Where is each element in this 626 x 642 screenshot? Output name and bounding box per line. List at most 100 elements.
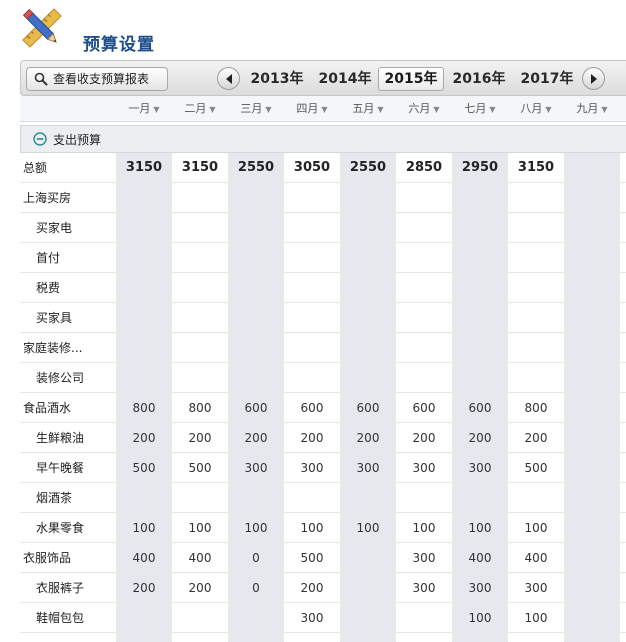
budget-cell[interactable]: 600	[396, 393, 452, 423]
budget-cell[interactable]: 100	[452, 513, 508, 543]
row-label: 早午晚餐	[36, 461, 85, 475]
budget-cell[interactable]: 200	[284, 573, 340, 603]
budget-cell[interactable]: 800	[172, 393, 228, 423]
budget-cell[interactable]: 2850	[396, 153, 452, 183]
budget-cell[interactable]: 400	[172, 543, 228, 573]
budget-cell[interactable]: 200	[228, 423, 284, 453]
row-label: 买家电	[36, 221, 73, 235]
chevron-down-icon: ▼	[321, 105, 328, 114]
table-row: 税费	[20, 273, 626, 303]
page-title: 预算设置	[83, 35, 155, 55]
budget-cell[interactable]: 2950	[452, 153, 508, 183]
budget-cell[interactable]: 600	[228, 393, 284, 423]
budget-cell[interactable]: 100	[116, 513, 172, 543]
budget-cell[interactable]: 100	[172, 513, 228, 543]
year-tab-2015[interactable]: 2015年	[378, 67, 444, 91]
table-row: 买家电	[20, 213, 626, 243]
budget-cell[interactable]: 600	[284, 393, 340, 423]
budget-cell[interactable]: 300	[508, 573, 564, 603]
table-row: 总额 3150 3150 2550 3050 2550 2850 2950 3150	[20, 153, 626, 183]
budget-cell[interactable]: 200	[396, 423, 452, 453]
row-label: 上海买房	[23, 191, 72, 205]
budget-cell[interactable]: 3150	[508, 153, 564, 183]
budget-cell[interactable]: 600	[452, 393, 508, 423]
budget-cell[interactable]: 2550	[340, 153, 396, 183]
budget-cell[interactable]: 3150	[116, 153, 172, 183]
month-header-5[interactable]: 五月 ▼	[340, 96, 396, 122]
budget-cell[interactable]: 200	[116, 573, 172, 603]
month-header-2[interactable]: 二月 ▼	[172, 96, 228, 122]
search-icon	[34, 72, 48, 86]
month-header-8[interactable]: 八月 ▼	[508, 96, 564, 122]
month-header-4[interactable]: 四月 ▼	[284, 96, 340, 122]
budget-cell[interactable]: 2550	[228, 153, 284, 183]
budget-cell[interactable]: 500	[284, 543, 340, 573]
table-row: 首付	[20, 243, 626, 273]
budget-cell[interactable]: 300	[396, 453, 452, 483]
budget-cell[interactable]: 0	[228, 543, 284, 573]
row-label: 食品酒水	[23, 401, 72, 415]
budget-cell[interactable]: 3050	[284, 153, 340, 183]
budget-cell[interactable]: 200	[116, 423, 172, 453]
year-tab-2013[interactable]: 2013年	[244, 67, 310, 91]
budget-cell[interactable]: 200	[452, 423, 508, 453]
table-row: 食品酒水 800 800 600 600 600 600 600 800	[20, 393, 626, 423]
section-label: 支出预算	[53, 133, 102, 147]
budget-cell[interactable]: 500	[116, 453, 172, 483]
budget-cell[interactable]: 200	[508, 423, 564, 453]
budget-cell[interactable]: 300	[284, 603, 340, 633]
budget-cell[interactable]: 100	[396, 513, 452, 543]
year-tab-2016[interactable]: 2016年	[446, 67, 512, 91]
budget-cell[interactable]: 100	[452, 603, 508, 633]
budget-cell[interactable]: 100	[228, 513, 284, 543]
budget-cell[interactable]: 400	[452, 543, 508, 573]
budget-cell[interactable]: 300	[340, 453, 396, 483]
budget-cell[interactable]: 400	[116, 543, 172, 573]
budget-cell[interactable]: 300	[228, 453, 284, 483]
month-header-1[interactable]: 一月 ▼	[116, 96, 172, 122]
budget-table: 总额 3150 3150 2550 3050 2550 2850 2950 3150 上海买房买家…	[20, 153, 626, 633]
year-tab-2017[interactable]: 2017年	[514, 67, 580, 91]
minus-circle-icon[interactable]	[33, 132, 47, 146]
month-header-9[interactable]: 九月 ▼	[564, 96, 620, 122]
month-header-7[interactable]: 七月 ▼	[452, 96, 508, 122]
budget-cell[interactable]: 200	[284, 423, 340, 453]
row-label: 生鲜粮油	[36, 431, 85, 445]
budget-cell[interactable]: 300	[396, 573, 452, 603]
chevron-down-icon: ▼	[153, 105, 160, 114]
budget-cell[interactable]: 300	[396, 543, 452, 573]
row-label: 衣服饰品	[23, 551, 72, 565]
budget-cell[interactable]: 300	[452, 573, 508, 603]
budget-cell[interactable]: 300	[284, 453, 340, 483]
budget-cell[interactable]: 100	[284, 513, 340, 543]
budget-cell[interactable]: 100	[508, 603, 564, 633]
table-row: 生鲜粮油 200 200 200 200 200 200 200 200	[20, 423, 626, 453]
budget-cell[interactable]: 500	[172, 453, 228, 483]
chevron-down-icon: ▼	[265, 105, 272, 114]
budget-cell[interactable]: 100	[340, 513, 396, 543]
next-year-button[interactable]	[582, 67, 605, 90]
budget-cell[interactable]: 800	[508, 393, 564, 423]
budget-cell[interactable]: 3150	[172, 153, 228, 183]
budget-cell[interactable]: 200	[172, 573, 228, 603]
row-label: 首付	[36, 251, 61, 265]
budget-cell[interactable]: 400	[508, 543, 564, 573]
budget-cell[interactable]: 100	[508, 513, 564, 543]
prev-year-button[interactable]	[217, 67, 240, 90]
month-header: 一月 ▼ 二月 ▼ 三月 ▼ 四月 ▼ 五月 ▼ 六月 ▼ 七月 ▼ 八月 ▼ 九月 ▼	[20, 96, 626, 122]
budget-cell[interactable]: 800	[116, 393, 172, 423]
month-header-3[interactable]: 三月 ▼	[228, 96, 284, 122]
row-label: 买家具	[36, 311, 73, 325]
month-header-6[interactable]: 六月 ▼	[396, 96, 452, 122]
row-label: 家庭装修...	[23, 341, 83, 355]
budget-cell[interactable]: 200	[172, 423, 228, 453]
row-label: 鞋帽包包	[36, 611, 85, 625]
budget-cell[interactable]: 600	[340, 393, 396, 423]
expense-budget-section[interactable]: 支出预算	[20, 125, 626, 153]
view-report-button[interactable]: 查看收支预算报表	[26, 67, 168, 91]
budget-cell[interactable]: 0	[228, 573, 284, 603]
year-tab-2014[interactable]: 2014年	[312, 67, 378, 91]
budget-cell[interactable]: 200	[340, 423, 396, 453]
budget-cell[interactable]: 500	[508, 453, 564, 483]
budget-cell[interactable]: 300	[452, 453, 508, 483]
